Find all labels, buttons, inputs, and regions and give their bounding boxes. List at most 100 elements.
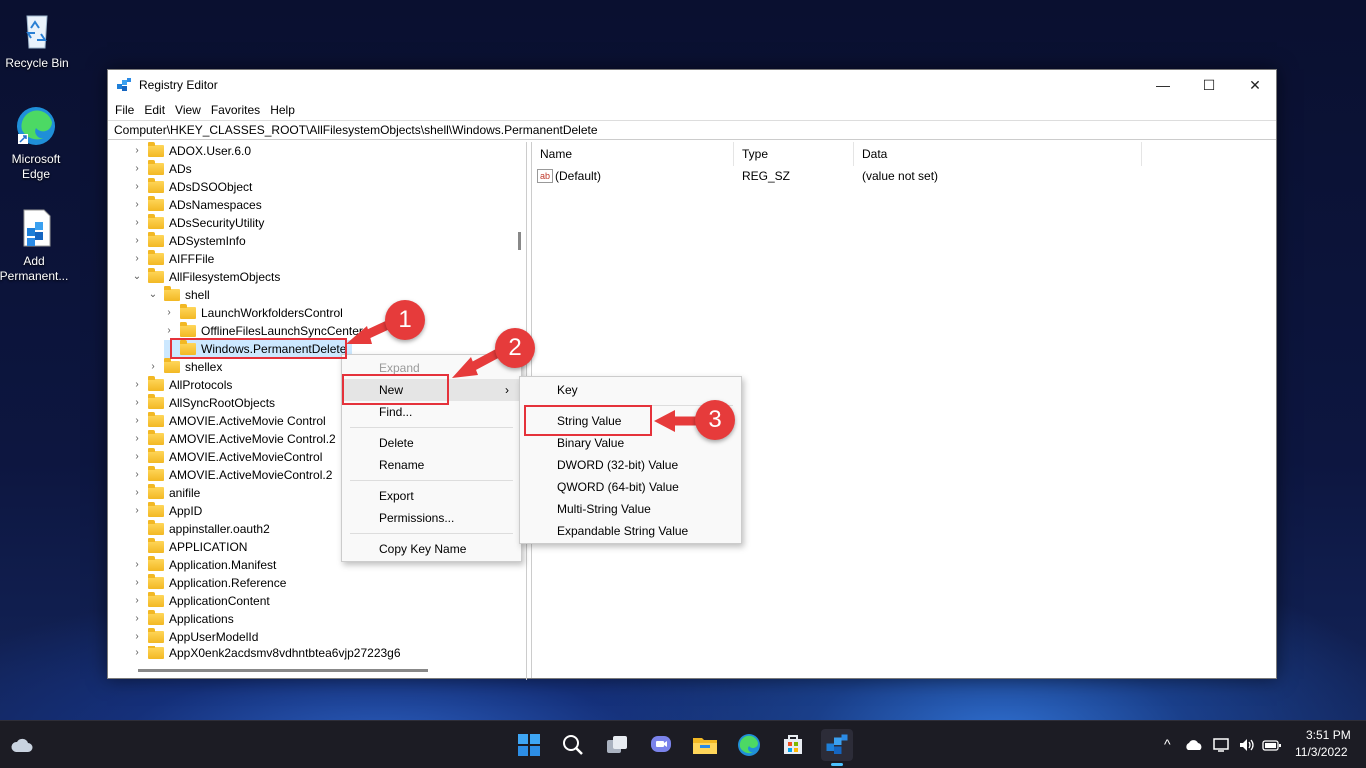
desktop-icon-edge[interactable]: Microsoft Edge (0, 104, 72, 182)
chevron-right-icon[interactable]: › (132, 610, 142, 628)
tree-item[interactable]: › ADSystemInfo (132, 232, 246, 250)
regedit-taskbar-button[interactable] (821, 729, 853, 766)
chevron-right-icon[interactable]: › (132, 250, 142, 268)
search-button[interactable] (557, 729, 589, 761)
address-bar[interactable]: Computer\HKEY_CLASSES_ROOT\AllFilesystem… (108, 120, 1276, 140)
show-hidden-icons-button[interactable]: ^ (1164, 736, 1171, 752)
chevron-right-icon[interactable]: › (132, 556, 142, 574)
tree-horizontal-scrollbar[interactable] (108, 663, 513, 677)
tree-item[interactable]: › anifile (132, 484, 200, 502)
menu-favorites[interactable]: Favorites (206, 103, 265, 117)
chevron-right-icon[interactable]: › (132, 376, 142, 394)
submenu-item-multi-string-value[interactable]: Multi-String Value (520, 498, 741, 520)
menu-item-copy-key-name[interactable]: Copy Key Name (342, 538, 521, 560)
submenu-item-qword-value[interactable]: QWORD (64-bit) Value (520, 476, 741, 498)
chat-button[interactable] (645, 729, 677, 761)
tree-item[interactable]: › AMOVIE.ActiveMovie Control.2 (132, 430, 336, 448)
chevron-right-icon[interactable]: › (132, 394, 142, 412)
tree-item[interactable]: APPLICATION (132, 538, 247, 556)
clock-time[interactable]: 3:51 PM (1306, 728, 1351, 742)
chevron-right-icon[interactable]: › (132, 142, 142, 160)
tree-item[interactable]: › AppUserModelId (132, 628, 258, 646)
task-view-button[interactable] (601, 729, 633, 761)
start-button[interactable] (513, 729, 545, 761)
menu-item-export[interactable]: Export (342, 485, 521, 507)
highlight-box-new (342, 374, 449, 405)
tree-item[interactable]: › AMOVIE.ActiveMovie Control (132, 412, 326, 430)
chevron-right-icon[interactable]: › (132, 628, 142, 646)
chevron-right-icon[interactable]: › (132, 466, 142, 484)
submenu-item-key[interactable]: Key (520, 379, 741, 401)
chevron-right-icon[interactable]: › (132, 412, 142, 430)
onedrive-icon[interactable] (1184, 739, 1204, 751)
store-button[interactable] (777, 729, 809, 761)
tree-item[interactable]: › ADsNamespaces (132, 196, 262, 214)
column-header-type[interactable]: Type (734, 142, 854, 166)
chevron-right-icon[interactable]: › (132, 160, 142, 178)
chevron-right-icon[interactable]: › (132, 646, 142, 660)
chevron-right-icon[interactable]: › (164, 304, 174, 322)
tree-item[interactable]: › AIFFFile (132, 250, 214, 268)
scrollbar-thumb[interactable] (138, 669, 428, 672)
menu-item-delete[interactable]: Delete (342, 432, 521, 454)
chevron-down-icon[interactable]: ⌄ (132, 268, 142, 286)
minimize-button[interactable]: — (1140, 70, 1186, 100)
tree-item[interactable]: ⌄ shell (148, 286, 210, 304)
tree-item[interactable]: appinstaller.oauth2 (132, 520, 270, 538)
tree-item[interactable]: › AMOVIE.ActiveMovieControl (132, 448, 322, 466)
tree-item[interactable]: › LaunchWorkfoldersControl (164, 304, 343, 322)
scrollbar-thumb[interactable] (518, 232, 521, 250)
tree-item[interactable]: › AppID (132, 502, 202, 520)
tree-item[interactable]: › AppX0enk2acdsmv8vdhntbtea6vjp27223g6 (132, 646, 401, 660)
clock-date[interactable]: 11/3/2022 (1295, 745, 1348, 759)
column-header-data[interactable]: Data (854, 142, 1142, 166)
tree-item[interactable]: › Application.Reference (132, 574, 286, 592)
desktop-icon-recycle-bin[interactable]: Recycle Bin (1, 8, 73, 71)
battery-icon[interactable] (1262, 738, 1282, 752)
chevron-right-icon[interactable]: › (132, 502, 142, 520)
tree-item[interactable]: › ADs (132, 160, 192, 178)
tree-item[interactable]: › AllSyncRootObjects (132, 394, 275, 412)
chevron-right-icon[interactable]: › (132, 232, 142, 250)
menu-edit[interactable]: Edit (139, 103, 170, 117)
chevron-down-icon[interactable]: ⌄ (148, 286, 158, 304)
weather-widget-button[interactable] (6, 729, 38, 761)
tree-item[interactable]: ⌄ AllFilesystemObjects (132, 268, 280, 286)
close-button[interactable]: ✕ (1232, 70, 1278, 100)
display-icon[interactable] (1212, 737, 1230, 753)
menu-file[interactable]: File (110, 103, 139, 117)
tree-item[interactable]: › shellex (148, 358, 222, 376)
maximize-button[interactable]: ☐ (1186, 70, 1232, 100)
tree-item[interactable]: › ApplicationContent (132, 592, 270, 610)
volume-icon[interactable] (1238, 737, 1256, 753)
menu-view[interactable]: View (170, 103, 206, 117)
chevron-right-icon[interactable]: › (148, 358, 158, 376)
tree-item[interactable]: › Application.Manifest (132, 556, 276, 574)
chevron-right-icon[interactable]: › (132, 196, 142, 214)
menu-help[interactable]: Help (265, 103, 300, 117)
tree-item[interactable]: › ADOX.User.6.0 (132, 142, 251, 160)
chevron-right-icon[interactable]: › (132, 574, 142, 592)
file-explorer-button[interactable] (689, 729, 721, 761)
menu-item-permissions[interactable]: Permissions... (342, 507, 521, 529)
tree-item[interactable]: › ADsSecurityUtility (132, 214, 264, 232)
edge-taskbar-button[interactable] (733, 729, 765, 761)
chevron-right-icon[interactable]: › (132, 448, 142, 466)
tree-item[interactable]: › AllProtocols (132, 376, 232, 394)
desktop-icon-add-permanent[interactable]: Add Permanent... (0, 206, 72, 284)
title-bar[interactable]: Registry Editor — ☐ ✕ (108, 70, 1276, 100)
chevron-right-icon[interactable]: › (132, 178, 142, 196)
tree-item[interactable]: › AMOVIE.ActiveMovieControl.2 (132, 466, 332, 484)
tree-item[interactable]: › Applications (132, 610, 234, 628)
menu-item-rename[interactable]: Rename (342, 454, 521, 476)
tree-item[interactable]: › ADsDSOObject (132, 178, 252, 196)
submenu-item-expandable-string-value[interactable]: Expandable String Value (520, 520, 741, 542)
tree-item-label: AppX0enk2acdsmv8vdhntbtea6vjp27223g6 (169, 646, 401, 660)
column-header-name[interactable]: Name (532, 142, 734, 166)
value-row[interactable]: ab (Default) REG_SZ (value not set) (537, 166, 1137, 186)
submenu-item-dword-value[interactable]: DWORD (32-bit) Value (520, 454, 741, 476)
chevron-right-icon[interactable]: › (132, 214, 142, 232)
chevron-right-icon[interactable]: › (132, 484, 142, 502)
chevron-right-icon[interactable]: › (132, 430, 142, 448)
chevron-right-icon[interactable]: › (132, 592, 142, 610)
